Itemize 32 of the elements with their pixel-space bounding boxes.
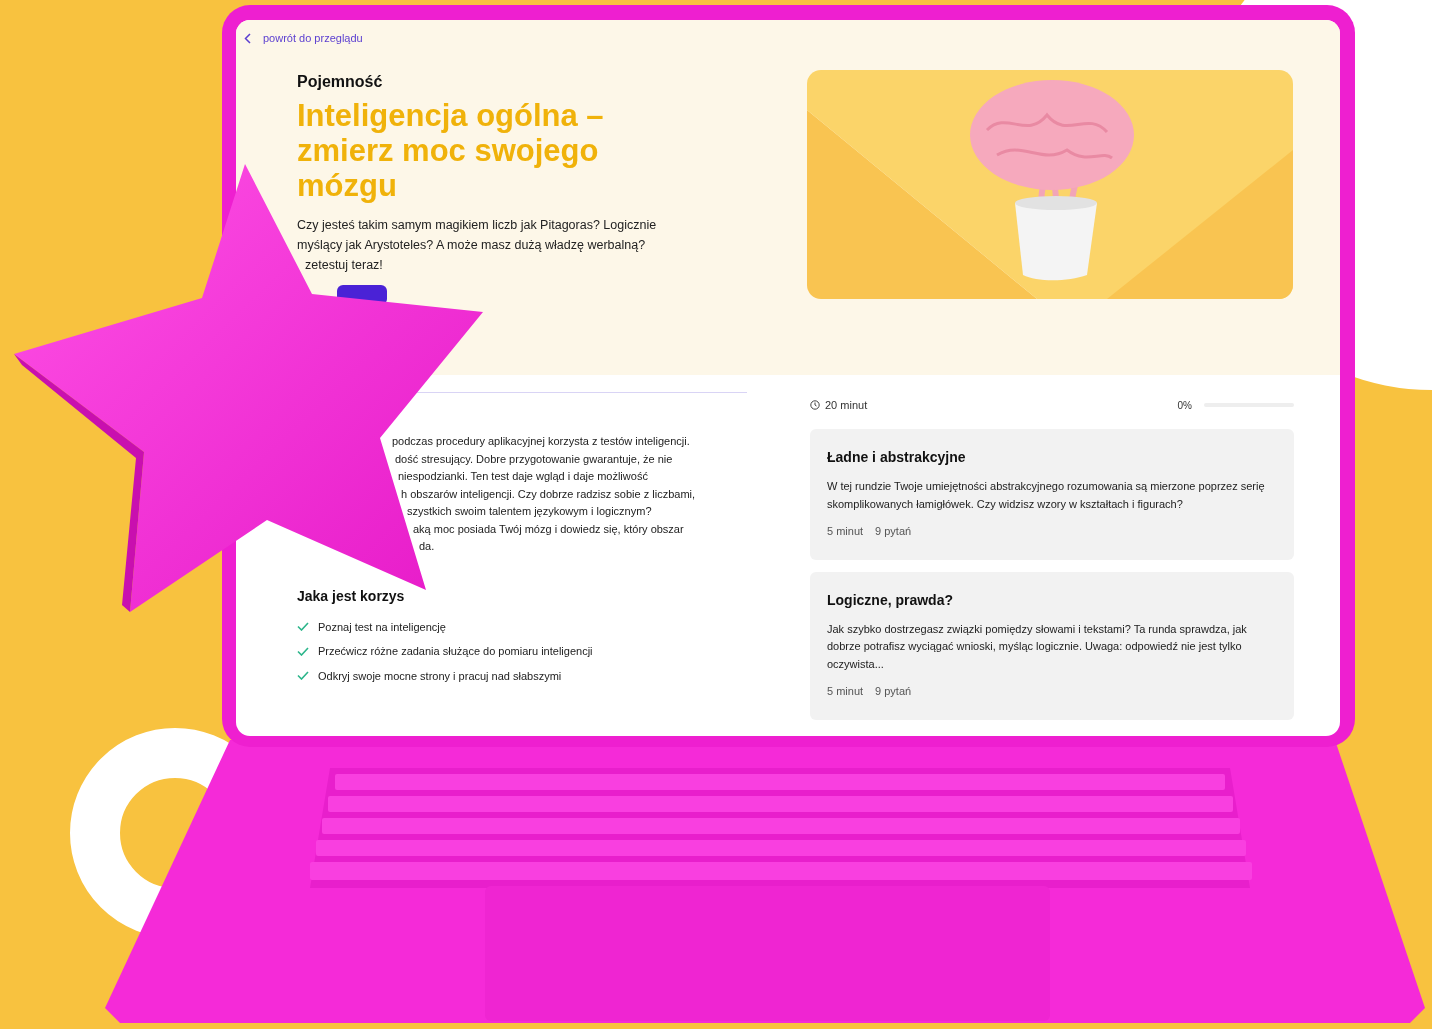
benefit-text: Przećwicz różne zadania służące do pomiaru inteligencji — [318, 644, 593, 659]
round-duration: 5 minut — [827, 684, 864, 699]
round-card[interactable]: Ładne i abstrakcyjne W tej rundzie Twoje umiejętności abstrakcyjnego rozumowania są mierzone poprzez serię skomplikowanych łamigłówek. Czy widzisz wzory w kształtach i figurach? 5 minut 9 pytań — [810, 429, 1294, 560]
description-text: da. — [419, 539, 436, 554]
description-text: dość stresujący. Dobre przygotowanie gwarantuje, że nie — [395, 451, 674, 467]
progress-reading: 0% — [1177, 398, 1192, 413]
clock-icon — [810, 400, 820, 410]
section-heading: Jaka jest korzys — [297, 586, 406, 606]
round-duration: 5 minut — [827, 524, 864, 539]
round-description: Jak szybko dostrzegasz związki pomiędzy słowami i tekstami? Ta runda sprawdza, jak dobrze potrafisz wyciągać wnioski, myśląc logicznie. Uwaga: odpowiedź nie jest tylko oczywista... — [827, 621, 1248, 672]
check-icon — [297, 622, 309, 632]
round-title: Logiczne, prawda? — [827, 590, 954, 610]
intro-text: Czy jesteś takim samym magikiem liczb jak Pitagoras? Logicznie myślący jak Arystoteles? A może masz dużą władzę werbalną? — [297, 217, 658, 254]
intro-text: zetestuj teraz! — [305, 257, 384, 274]
description-text: aką moc posiada Twój mózg i dowiedz się, który obszar — [413, 521, 685, 537]
check-icon — [297, 671, 309, 681]
benefit-text: Poznaj test na inteligencję — [318, 619, 446, 635]
round-description: W tej rundzie Twoje umiejętności abstrakcyjnego rozumowania są mierzone poprzez serię skomplikowanych łamigłówek. Czy widzisz wzory w kształtach i figurach? — [827, 479, 1266, 512]
description-text: szystkich swoim talentem językowym i logicznym? — [407, 504, 653, 519]
description-text: h obszarów inteligencji. Czy dobrze radzisz sobie z liczbami, — [401, 486, 697, 502]
description-text: podczas procedury aplikacyjnej korzysta z testów inteligencji. — [392, 434, 691, 449]
check-icon — [297, 646, 309, 656]
description-text: niespodzianki. Ten test daje wgląd i daje możliwość — [398, 469, 649, 484]
round-title: Ładne i abstrakcyjne — [827, 448, 967, 467]
question-count: 9 pytań — [875, 684, 912, 699]
back-link[interactable]: powrót do przeglądu — [244, 30, 363, 47]
benefit-text: Odkryj swoje mocne strony i pracuj nad słabszymi — [318, 668, 562, 684]
category-label: Pojemność — [297, 72, 384, 92]
page-title: Inteligencja ogólna – zmierz moc swojego mózgu — [297, 98, 605, 203]
chevron-left-icon — [244, 32, 251, 44]
duration-label: 20 minut — [825, 397, 868, 413]
question-count: 9 pytań — [875, 524, 912, 539]
